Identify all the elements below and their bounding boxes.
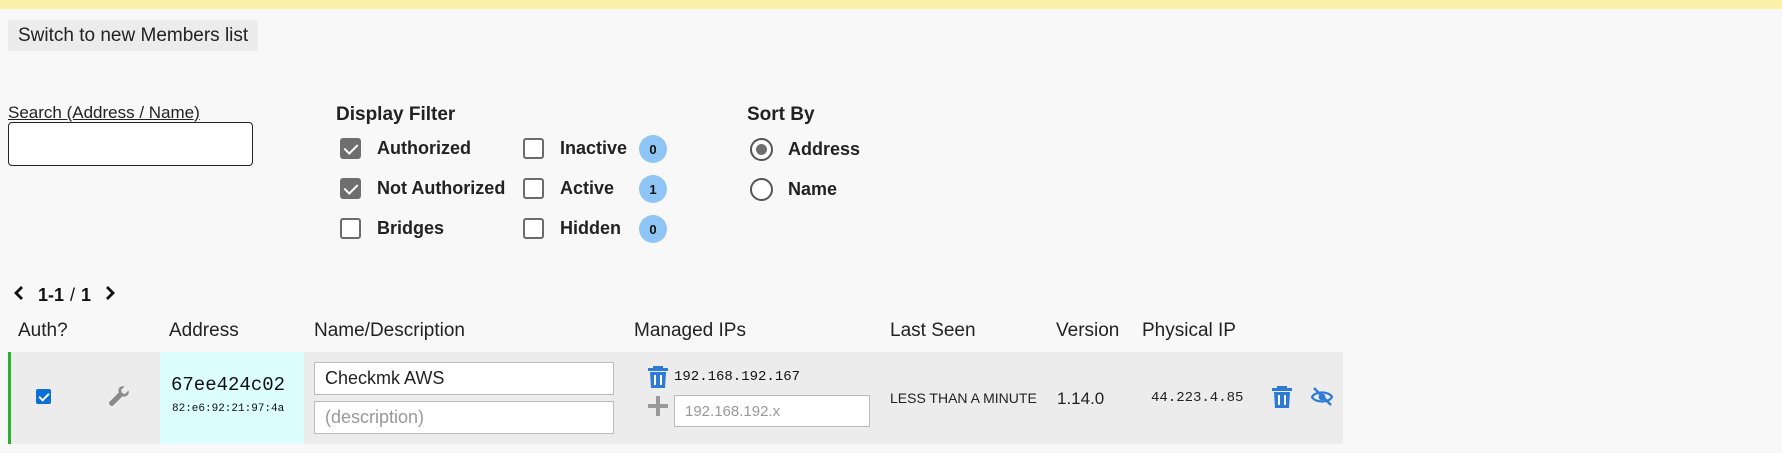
filter-authorized[interactable]: Authorized: [340, 138, 471, 159]
new-ip-input[interactable]: 192.168.192.x: [674, 395, 870, 427]
not-authorized-checkbox[interactable]: [340, 178, 361, 199]
header-name[interactable]: Name/Description: [314, 320, 465, 342]
filter-label: Hidden: [560, 218, 621, 238]
pager-range: 1-1: [38, 285, 65, 305]
filter-active[interactable]: Active: [523, 178, 614, 199]
hidden-count-badge: 0: [639, 215, 667, 243]
chevron-left-icon[interactable]: [12, 285, 26, 306]
managed-ip: 192.168.192.167: [674, 369, 801, 385]
member-address: 67ee424c02: [171, 374, 286, 396]
filter-label: Authorized: [377, 138, 471, 158]
sort-name[interactable]: Name: [750, 178, 837, 201]
plus-icon[interactable]: [648, 396, 668, 421]
chevron-right-icon[interactable]: [103, 285, 117, 306]
authorize-checkbox[interactable]: [36, 389, 51, 404]
header-managed-ips[interactable]: Managed IPs: [634, 320, 746, 342]
authorized-checkbox[interactable]: [340, 138, 361, 159]
filter-bridges[interactable]: Bridges: [340, 218, 444, 239]
inactive-checkbox[interactable]: [523, 138, 544, 159]
sort-by-title: Sort By: [747, 104, 815, 125]
last-seen: LESS THAN A MINUTE: [890, 390, 1037, 406]
header-version[interactable]: Version: [1056, 320, 1119, 342]
sort-address[interactable]: Address: [750, 138, 860, 161]
trash-icon[interactable]: [648, 366, 668, 393]
pager-separator: /: [70, 285, 76, 305]
member-name-input[interactable]: Checkmk AWS: [314, 362, 614, 395]
hidden-checkbox[interactable]: [523, 218, 544, 239]
member-mac: 82:e6:92:21:97:4a: [172, 403, 285, 415]
active-checkbox[interactable]: [523, 178, 544, 199]
filter-inactive[interactable]: Inactive: [523, 138, 627, 159]
filter-not-authorized[interactable]: Not Authorized: [340, 178, 505, 199]
inactive-count-badge: 0: [639, 135, 667, 163]
sort-label: Name: [788, 179, 838, 199]
filter-label: Not Authorized: [377, 178, 506, 198]
switch-members-list-button[interactable]: Switch to new Members list: [8, 20, 259, 51]
top-banner: [0, 0, 1782, 9]
search-input[interactable]: [8, 122, 253, 166]
member-description-input[interactable]: (description): [314, 401, 614, 434]
delete-member-icon[interactable]: [1272, 386, 1292, 413]
search-label: Search (Address / Name): [8, 103, 200, 122]
filter-hidden[interactable]: Hidden: [523, 218, 621, 239]
address-cell: [160, 352, 304, 444]
header-physical-ip[interactable]: Physical IP: [1142, 320, 1236, 342]
header-auth[interactable]: Auth?: [18, 320, 68, 342]
wrench-icon[interactable]: [107, 385, 131, 414]
sort-label: Address: [788, 139, 861, 159]
filter-label: Bridges: [377, 218, 445, 238]
display-filter-title: Display Filter: [336, 104, 456, 125]
hide-member-eye-icon[interactable]: [1310, 385, 1334, 414]
filter-label: Inactive: [560, 138, 628, 158]
sort-address-radio[interactable]: [750, 138, 773, 161]
pager-total: 1: [81, 285, 92, 305]
pager: 1-1 / 1: [12, 285, 117, 306]
header-address[interactable]: Address: [169, 320, 239, 342]
sort-name-radio[interactable]: [750, 178, 773, 201]
active-count-badge: 1: [639, 175, 667, 203]
bridges-checkbox[interactable]: [340, 218, 361, 239]
physical-ip: 44.223.4.85: [1151, 390, 1244, 406]
version: 1.14.0: [1057, 389, 1105, 408]
filter-label: Active: [560, 178, 615, 198]
header-last-seen[interactable]: Last Seen: [890, 320, 976, 342]
